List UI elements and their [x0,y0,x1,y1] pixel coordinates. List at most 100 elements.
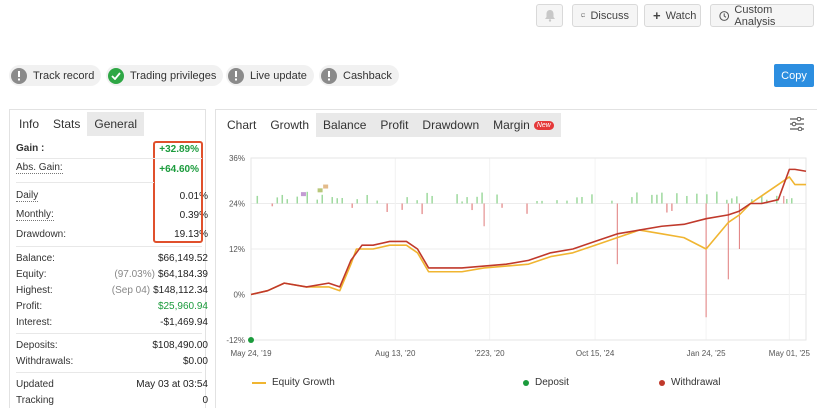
tab-general[interactable]: General [87,112,145,136]
badge-cashback[interactable]: Cashback [319,65,399,86]
deposits-value: $108,490.00 [152,339,208,351]
badge-trading-privileges[interactable]: Trading privileges [106,65,224,86]
profit-bar [786,198,788,204]
legend-line-swatch [252,381,266,384]
profit-bar [316,199,318,204]
x-tick-label: Aug 13, '20 [375,349,416,358]
plus-icon: + [653,8,661,23]
profit-bar [651,194,653,204]
x-tick-label: Oct 15, '24 [576,349,615,358]
monthly-label: Monthly: [16,209,54,221]
profit-bar [726,199,728,204]
y-tick-label: 36% [229,154,245,163]
divider [16,246,202,247]
interest-value: -$1,469.94 [160,316,208,328]
badge-label: Cashback [343,69,392,82]
profit-bar [631,197,633,204]
equity-label: Equity: [16,268,47,280]
loss-bar [351,203,353,208]
profit-bar [431,195,433,204]
info-tabs: Info Stats General [12,112,145,136]
profit-bar [426,192,428,204]
tracking-row: Tracking 0 [16,392,208,408]
loss-bar [501,203,503,208]
withdrawals-label: Withdrawals: [16,355,74,367]
discuss-label: Discuss [590,9,629,22]
profit-bar [476,196,478,204]
tab-stats[interactable]: Stats [46,112,88,136]
y-tick-label: 12% [229,245,245,254]
profit-bar [366,194,368,204]
clock-icon [719,10,730,21]
balance-value: $66,149.52 [157,252,208,264]
updated-value: May 03 at 03:54 [136,378,208,390]
profit-bar [496,194,498,204]
highest-value: $148,112.34 [153,284,208,296]
profit-bar [581,196,583,204]
profit-bar [286,199,289,204]
highest-date: (Sep 04) [111,284,151,296]
withdrawals-value: $0.00 [182,355,208,367]
profit-bar [611,200,613,204]
profit-bar [591,194,593,204]
growth-chart[interactable]: 36% 24% 12% 0% -12% May 24, '19 Aug 13, '20 '22… [216,110,817,408]
profit-label: Profit: [16,300,43,312]
profit-bar [296,196,299,204]
highest-label: Highest: [16,284,53,296]
loss-bar [421,203,423,215]
profit-bar [276,197,279,204]
legend-equity-growth: Equity Growth [252,377,335,388]
updated-label: Updated [16,378,54,390]
profit-bar [636,192,638,204]
profit-bar [466,197,468,204]
y-tick-label: 24% [229,200,245,209]
event-marker [300,192,306,197]
badge-live-update[interactable]: Live update [226,65,314,86]
highest-row: Highest: (Sep 04) $148,112.34 [16,282,208,298]
profit-row: Profit: $25,960.94 [16,298,208,314]
divider [16,372,202,373]
abs-gain-label: Abs. Gain: [16,162,63,174]
event-marker [317,188,323,193]
watch-label: Watch [665,9,697,22]
copy-button[interactable]: Copy [774,64,814,87]
divider [16,158,202,159]
equity-row: Equity: (97.03%) $64,184.39 [16,266,208,282]
custom-analysis-button[interactable]: Custom Analysis [710,4,814,28]
event-marker [323,184,329,189]
tab-info[interactable]: Info [12,112,47,136]
drawdown-label: Drawdown: [16,228,67,240]
loss-bar [271,203,274,207]
badge-label: Trading privileges [130,69,217,82]
badge-track-record[interactable]: Track record [9,65,102,86]
badge-label: Live update [250,69,307,82]
interest-row: Interest: -$1,469.94 [16,314,208,330]
profit-bar [256,195,259,204]
loss-bar [471,203,473,211]
balance-label: Balance: [16,252,55,264]
profit-bar [566,200,568,204]
badge-label: Track record [33,69,95,82]
profit-bar [331,197,333,204]
interest-label: Interest: [16,316,53,328]
notification-bell-button[interactable] [536,4,563,27]
legend-label: Withdrawal [671,377,721,388]
balance-row: Balance: $66,149.52 [16,250,208,266]
highlight-box [153,141,203,243]
legend-label: Equity Growth [272,377,335,388]
profit-bar [321,194,323,204]
profit-bar [356,199,358,204]
profit-bar [556,200,558,204]
equity-growth-line [250,176,806,296]
profit-bar [406,197,408,204]
watch-button[interactable]: + Watch [644,4,701,27]
tracking-label: Tracking [16,394,54,406]
chat-icon [581,13,586,18]
legend-dot-swatch [659,379,665,386]
divider [16,333,202,334]
profit-bar [281,194,284,204]
profit-bar [686,195,688,204]
exclamation-icon [11,67,27,84]
profit-bar [576,197,578,204]
discuss-button[interactable]: Discuss [572,4,638,27]
